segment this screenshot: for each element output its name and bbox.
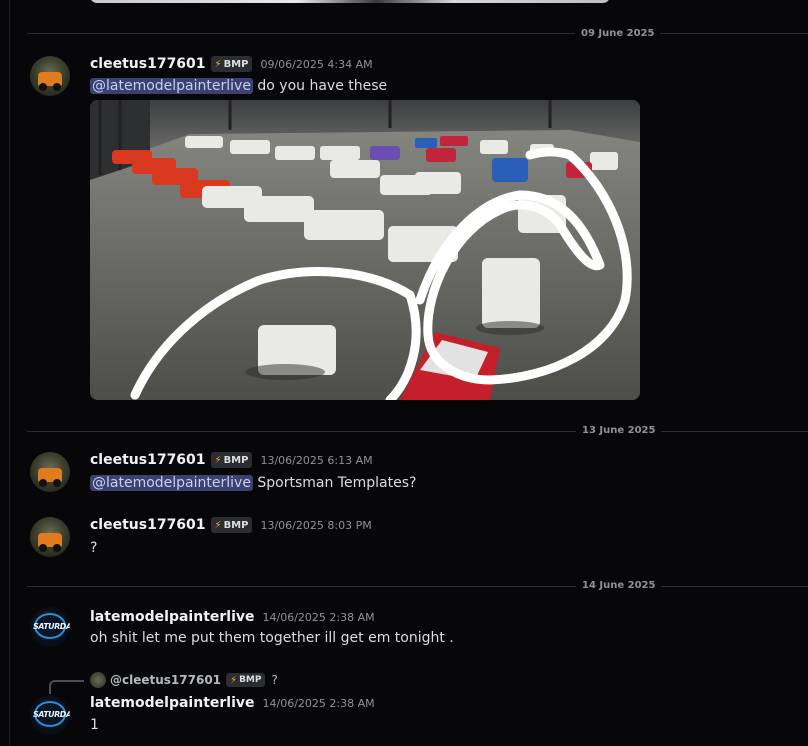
- message-text: do you have these: [257, 78, 388, 94]
- date-divider-label: 14 June 2025: [576, 580, 662, 592]
- date-divider: [27, 586, 808, 587]
- bolt-icon: ⚡: [214, 58, 222, 70]
- message-timestamp[interactable]: 14/06/2025 2:38 AM: [263, 697, 375, 710]
- username[interactable]: latemodelpainterlive: [90, 695, 255, 711]
- message-text: Sportsman Templates?: [257, 475, 417, 491]
- message-header: latemodelpainterlive 14/06/2025 2:38 AM: [90, 695, 375, 711]
- avatar[interactable]: SATURDAY: [30, 607, 70, 647]
- date-divider: [27, 33, 808, 34]
- date-divider-label: 09 June 2025: [575, 28, 661, 40]
- message-timestamp[interactable]: 09/06/2025 4:34 AM: [260, 58, 372, 71]
- user-mention[interactable]: @latemodelpainterlive: [90, 475, 253, 491]
- previous-image-attachment[interactable]: [90, 0, 610, 3]
- message-header: cleetus177601 ⚡ BMP 09/06/2025 4:34 AM: [90, 56, 373, 72]
- avatar-logo-text: SATURDAY: [33, 710, 70, 719]
- reply-avatar: [90, 672, 106, 688]
- avatar[interactable]: [30, 56, 70, 96]
- image-attachment[interactable]: [90, 100, 640, 400]
- server-tag-badge[interactable]: ⚡ BMP: [210, 517, 253, 533]
- avatar-logo-text: SATURDAY: [33, 622, 70, 631]
- message-text: oh shit let me put them together ill get…: [90, 630, 454, 646]
- message-text: ?: [90, 540, 98, 556]
- username[interactable]: cleetus177601: [90, 56, 206, 72]
- message-text: 1: [90, 717, 99, 733]
- message-content: @latemodelpainterlive Sportsman Template…: [90, 473, 416, 493]
- reply-username[interactable]: @cleetus177601: [110, 673, 221, 687]
- message-header: latemodelpainterlive 14/06/2025 2:38 AM: [90, 609, 375, 625]
- server-tag-badge[interactable]: ⚡ BMP: [210, 56, 253, 72]
- reply-text: ?: [271, 673, 278, 687]
- message-content: @latemodelpainterlive do you have these: [90, 76, 387, 96]
- garage-cars-photo: [90, 100, 640, 400]
- bolt-icon: ⚡: [214, 519, 222, 531]
- message-header: cleetus177601 ⚡ BMP 13/06/2025 8:03 PM: [90, 517, 372, 533]
- avatar[interactable]: [30, 517, 70, 557]
- message-timestamp[interactable]: 14/06/2025 2:38 AM: [263, 611, 375, 624]
- channel-left-rule: [9, 0, 10, 746]
- bolt-icon: ⚡: [230, 674, 238, 686]
- date-divider: [27, 431, 808, 432]
- username[interactable]: cleetus177601: [90, 452, 206, 468]
- avatar[interactable]: SATURDAY: [30, 695, 70, 735]
- message-header: cleetus177601 ⚡ BMP 13/06/2025 6:13 AM: [90, 452, 373, 468]
- server-tag-badge[interactable]: ⚡ BMP: [226, 673, 266, 687]
- date-divider-label: 13 June 2025: [576, 425, 662, 437]
- server-tag-badge[interactable]: ⚡ BMP: [210, 452, 253, 468]
- bolt-icon: ⚡: [214, 454, 222, 466]
- username[interactable]: latemodelpainterlive: [90, 609, 255, 625]
- reply-preview[interactable]: @cleetus177601 ⚡ BMP ?: [90, 672, 278, 688]
- user-mention[interactable]: @latemodelpainterlive: [90, 78, 253, 94]
- username[interactable]: cleetus177601: [90, 517, 206, 533]
- message-timestamp[interactable]: 13/06/2025 6:13 AM: [260, 454, 372, 467]
- reply-connector: [49, 680, 84, 694]
- avatar[interactable]: [30, 452, 70, 492]
- message-timestamp[interactable]: 13/06/2025 8:03 PM: [260, 519, 371, 532]
